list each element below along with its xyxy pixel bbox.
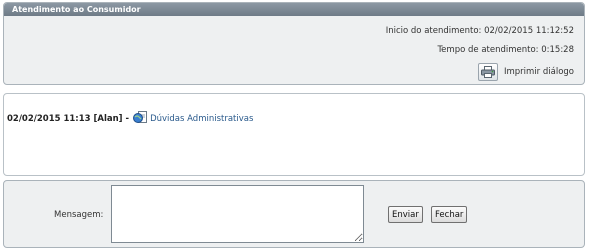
message-input[interactable] (111, 185, 364, 243)
message-meta: 02/02/2015 11:13 [Alan] (7, 114, 123, 124)
panel-title: Atendimento ao Consumidor (4, 3, 584, 16)
message-composer: Mensagem: Enviar Fechar (3, 180, 585, 248)
message-separator: - (125, 114, 130, 124)
chat-message: 02/02/2015 11:13 [Alan] - Dúvidas Admini… (7, 111, 253, 127)
globe-document-icon (133, 111, 148, 127)
print-dialog-button[interactable]: Imprimir diálogo (477, 63, 574, 81)
close-button[interactable]: Fechar (431, 206, 468, 223)
chat-log: 02/02/2015 11:13 [Alan] - Dúvidas Admini… (3, 93, 585, 176)
message-label: Mensagem: (54, 210, 104, 220)
print-label[interactable]: Imprimir diálogo (504, 67, 574, 77)
printer-icon[interactable] (477, 63, 498, 81)
send-button[interactable]: Enviar (388, 206, 423, 223)
start-time-text: Inicio do atendimento: 02/02/2015 11:12:… (385, 26, 574, 36)
topic-link[interactable]: Dúvidas Administrativas (150, 114, 253, 124)
session-info-panel: Atendimento ao Consumidor Inicio do aten… (3, 2, 585, 85)
duration-text: Tempo de atendimento: 0:15:28 (437, 45, 574, 55)
